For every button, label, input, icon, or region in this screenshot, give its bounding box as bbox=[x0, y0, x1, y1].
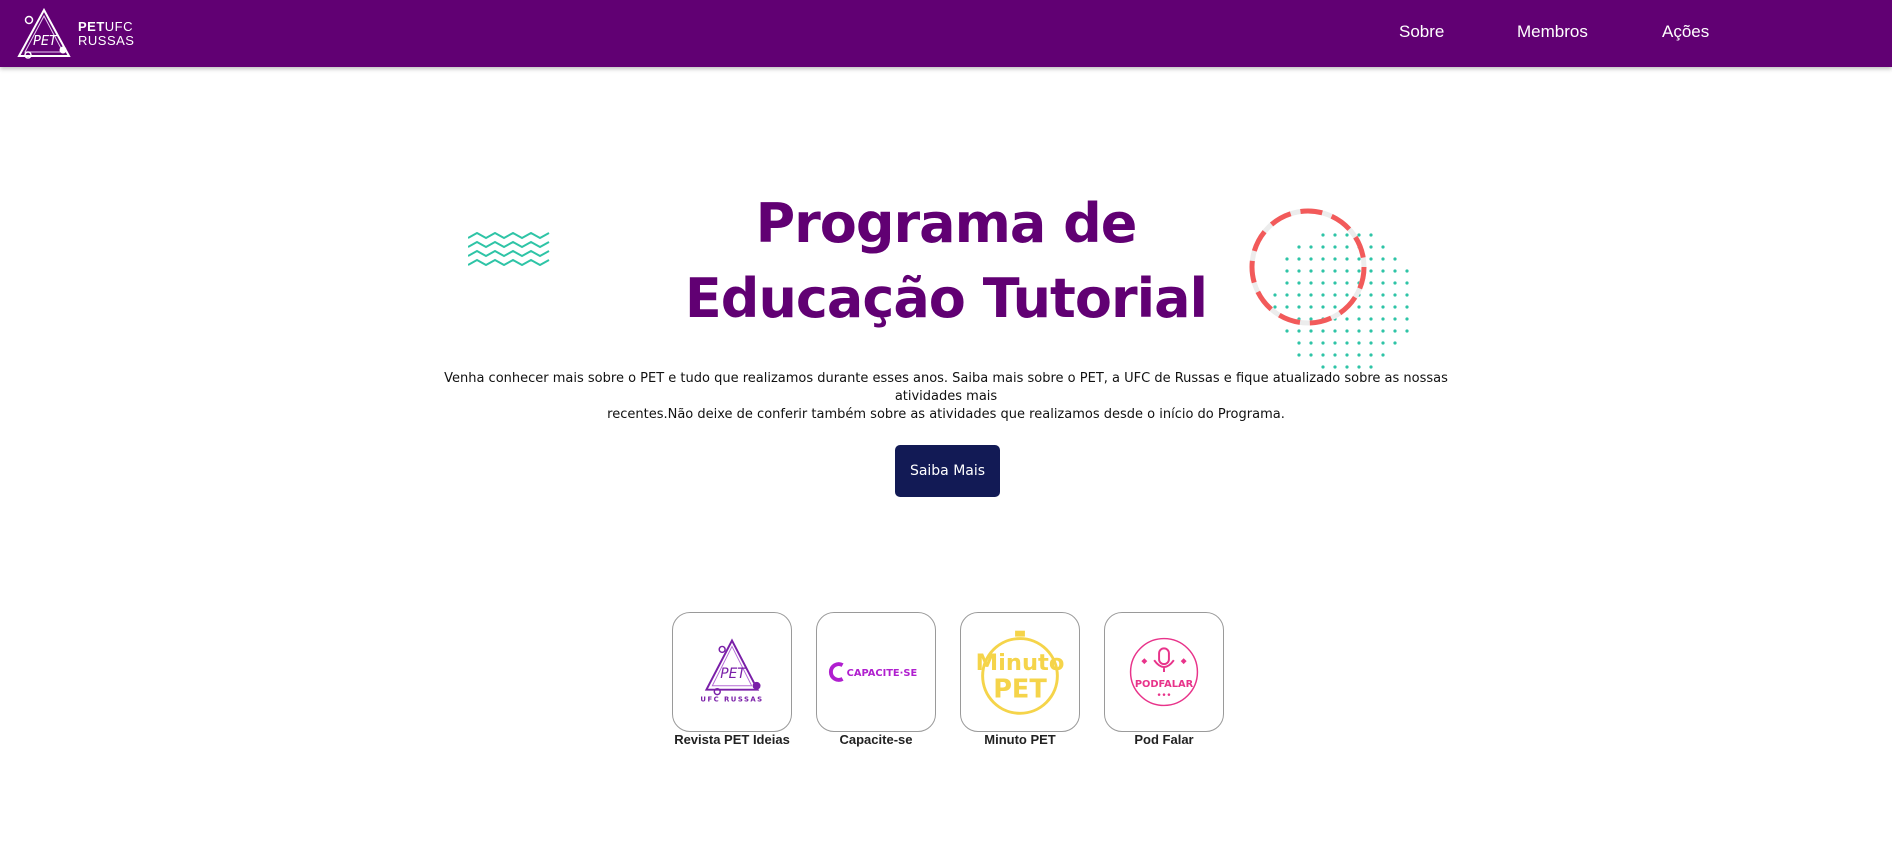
brand-name[interactable]: PETUFC RUSSAS bbox=[78, 20, 134, 48]
title-line-1: Programa de bbox=[755, 192, 1138, 255]
svg-text:Minuto: Minuto bbox=[976, 650, 1065, 676]
project-card-minuto-pet[interactable]: Minuto PET bbox=[960, 612, 1080, 732]
minuto-pet-logo-icon: Minuto PET bbox=[976, 630, 1065, 715]
saiba-mais-button[interactable]: Saiba Mais bbox=[895, 445, 1000, 497]
svg-text:CAPACITE·SE: CAPACITE·SE bbox=[847, 668, 918, 679]
nav-link-sobre[interactable]: Sobre bbox=[1399, 22, 1444, 42]
svg-text:UFC RUSSAS: UFC RUSSAS bbox=[700, 696, 763, 704]
title-line-2: Educação Tutorial bbox=[684, 267, 1208, 330]
revista-pet-logo-icon: PET UFC RUSSAS bbox=[700, 638, 763, 704]
description-line-1: Venha conhecer mais sobre o PET e tudo q… bbox=[444, 371, 1448, 404]
capacite-se-logo-icon: CAPACITE·SE bbox=[828, 662, 918, 682]
project-card-capacite-se[interactable]: CAPACITE·SE bbox=[816, 612, 936, 732]
hero-description: Venha conhecer mais sobre o PET e tudo q… bbox=[430, 370, 1462, 424]
page-title: Programa de Educação Tutorial bbox=[0, 186, 1892, 336]
description-line-2: recentes.Não deixe de conferir também so… bbox=[607, 407, 1285, 422]
project-card-pod-falar[interactable]: PODFALAR bbox=[1104, 612, 1224, 732]
svg-text:PET: PET bbox=[993, 675, 1047, 705]
nav-link-membros[interactable]: Membros bbox=[1517, 22, 1588, 42]
svg-text:PET: PET bbox=[33, 34, 58, 49]
project-label-pod-falar[interactable]: Pod Falar bbox=[1084, 732, 1244, 747]
svg-text:PODFALAR: PODFALAR bbox=[1135, 679, 1194, 690]
brand-line2: RUSSAS bbox=[78, 33, 135, 48]
brand-line1-rest: UFC bbox=[104, 19, 134, 34]
svg-text:PET: PET bbox=[720, 666, 747, 682]
project-label-minuto-pet[interactable]: Minuto PET bbox=[940, 732, 1100, 747]
top-navbar: PET PETUFC RUSSAS Sobre Membros Ações bbox=[0, 0, 1892, 67]
brand-bold: PET bbox=[78, 19, 105, 34]
podfalar-logo-icon: PODFALAR bbox=[1129, 637, 1199, 707]
project-label-revista-pet-ideias[interactable]: Revista PET Ideias bbox=[652, 732, 812, 747]
nav-link-acoes[interactable]: Ações bbox=[1662, 22, 1709, 42]
project-label-capacite-se[interactable]: Capacite-se bbox=[796, 732, 956, 747]
project-card-revista-pet-ideias[interactable]: PET UFC RUSSAS bbox=[672, 612, 792, 732]
pet-logo-icon[interactable]: PET bbox=[16, 7, 72, 60]
